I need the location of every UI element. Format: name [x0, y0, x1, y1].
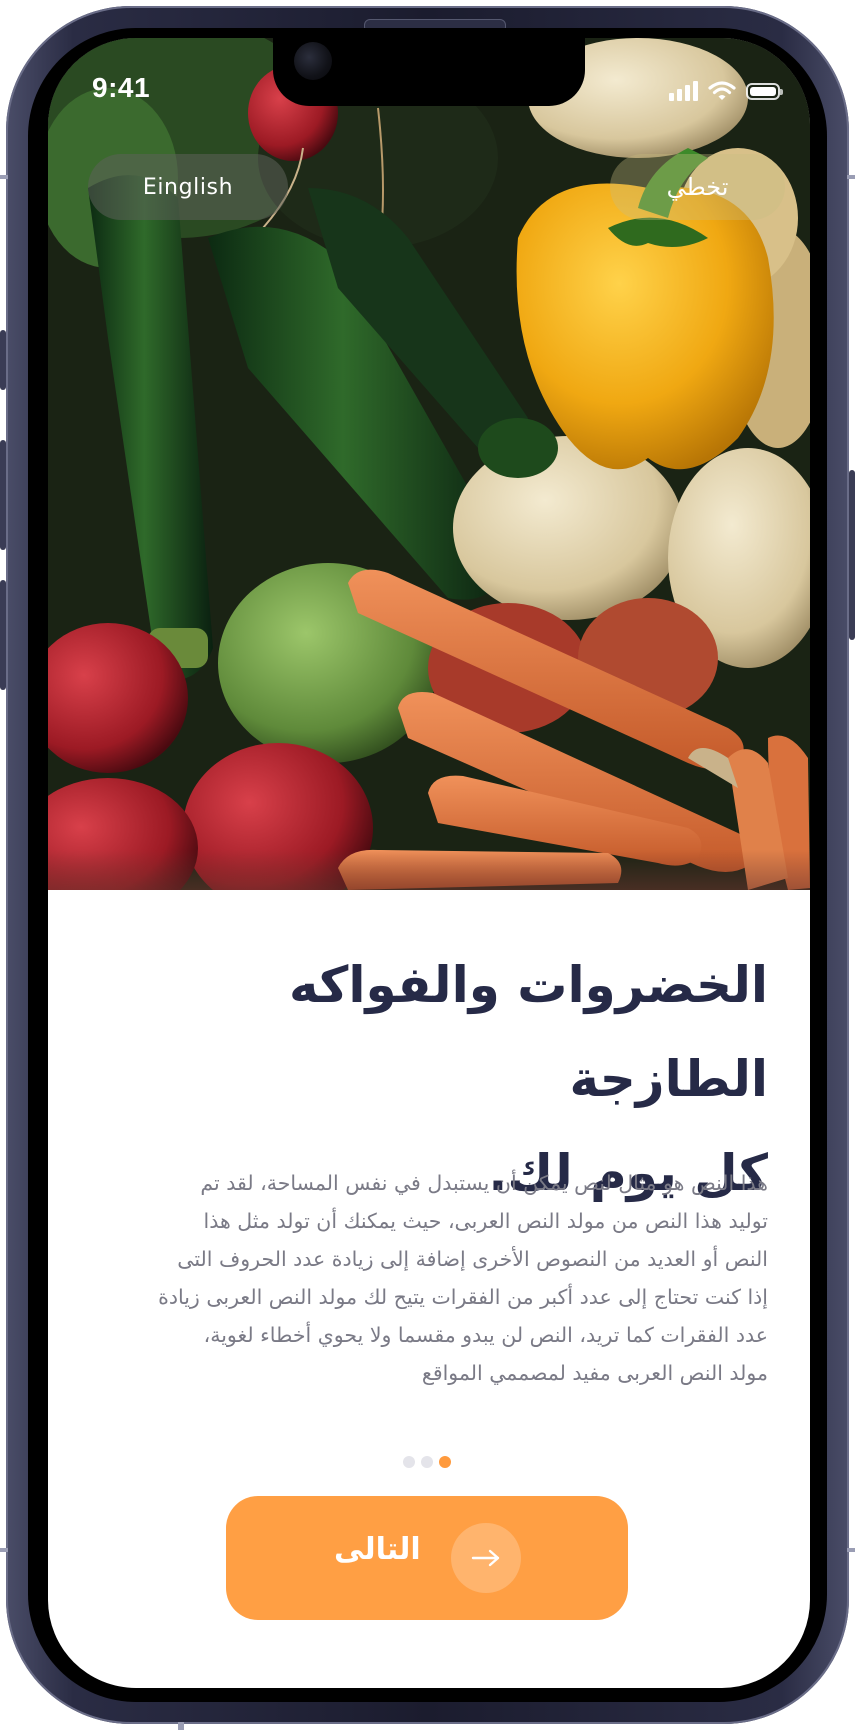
description-line: إذا كنت تحتاج إلى عدد أكبر من الفقرات يت…	[158, 1285, 768, 1309]
antenna-band	[0, 1548, 8, 1552]
antenna-band	[847, 1548, 855, 1552]
phone-screen: 9:41 Einglish تخطي الخضروات والفواكه الط…	[48, 38, 810, 1688]
front-camera	[294, 42, 332, 80]
antenna-band	[847, 175, 855, 179]
language-button[interactable]: Einglish	[88, 154, 288, 220]
volume-up-button	[0, 440, 6, 550]
description-line: مولد النص العربى مفيد لمصممي المواقع	[421, 1361, 768, 1385]
description-line: توليد هذا النص من مولد النص العربى، حيث …	[203, 1209, 769, 1233]
volume-down-button	[0, 580, 6, 690]
page-dot[interactable]	[403, 1456, 415, 1468]
description-line: عدد الفقرات كما تريد، النص لن يبدو مقسما…	[203, 1323, 768, 1347]
antenna-band	[178, 1722, 184, 1730]
description-line: النص أو العديد من النصوص الأخرى إضافة إل…	[177, 1247, 768, 1271]
skip-button[interactable]: تخطي	[610, 154, 785, 220]
cellular-signal-icon	[669, 81, 698, 101]
status-icons	[669, 80, 783, 102]
hero-bottom-fade	[48, 850, 810, 890]
next-arrow-circle	[451, 1523, 521, 1593]
power-button	[849, 470, 855, 640]
page-dot[interactable]	[439, 1456, 451, 1468]
antenna-band	[0, 175, 8, 179]
next-button[interactable]: التالى	[226, 1496, 628, 1620]
battery-icon	[746, 82, 783, 100]
next-button-label: التالى	[334, 1532, 421, 1567]
page-dot[interactable]	[421, 1456, 433, 1468]
wifi-icon	[708, 81, 736, 100]
mute-switch	[0, 330, 6, 390]
description-line: هذا النص هو مثال لنص يمكن أن يستبدل في ن…	[200, 1171, 768, 1195]
status-time: 9:41	[92, 72, 151, 103]
title-line: الخضروات والفواكه الطازجة	[288, 956, 768, 1108]
page-indicator	[403, 1456, 451, 1468]
onboarding-description: هذا النص هو مثال لنص يمكن أن يستبدل في ن…	[78, 1164, 768, 1392]
arrow-right-icon	[471, 1549, 500, 1567]
